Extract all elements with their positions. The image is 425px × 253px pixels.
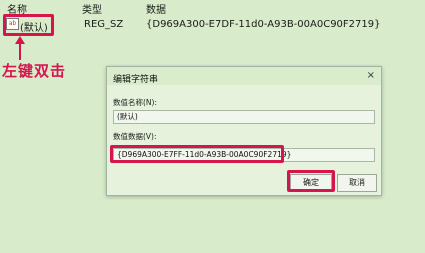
dialog-title: 编辑字符串: [113, 75, 159, 85]
highlight-ok-button: [287, 170, 335, 192]
column-header-row: 名称 类型 数据: [0, 0, 425, 16]
value-name-field[interactable]: (默认): [113, 110, 375, 124]
value-type: REG_SZ: [84, 19, 124, 30]
highlight-default-value: [3, 14, 54, 36]
value-name-label: 数值名称(N):: [113, 98, 157, 107]
edit-string-dialog: 编辑字符串 × 数值名称(N): (默认) 数值数据(V): {D969A300…: [106, 66, 382, 196]
close-icon[interactable]: ×: [367, 70, 375, 81]
cancel-button[interactable]: 取消: [337, 174, 377, 192]
registry-value-row[interactable]: ab (默认) REG_SZ {D969A300-E7DF-11d0-A93B-…: [0, 14, 425, 36]
pointer-arrow-icon: [15, 36, 25, 60]
value-data-label: 数值数据(V):: [113, 132, 157, 141]
double-click-annotation: 左键双击: [2, 62, 67, 80]
value-data: {D969A300-E7DF-11d0-A93B-00A0C90F2719}: [146, 19, 381, 30]
highlight-value-data: [110, 145, 284, 163]
dialog-body: 数值名称(N): (默认) 数值数据(V): {D969A300-E7FF-11…: [107, 85, 381, 195]
